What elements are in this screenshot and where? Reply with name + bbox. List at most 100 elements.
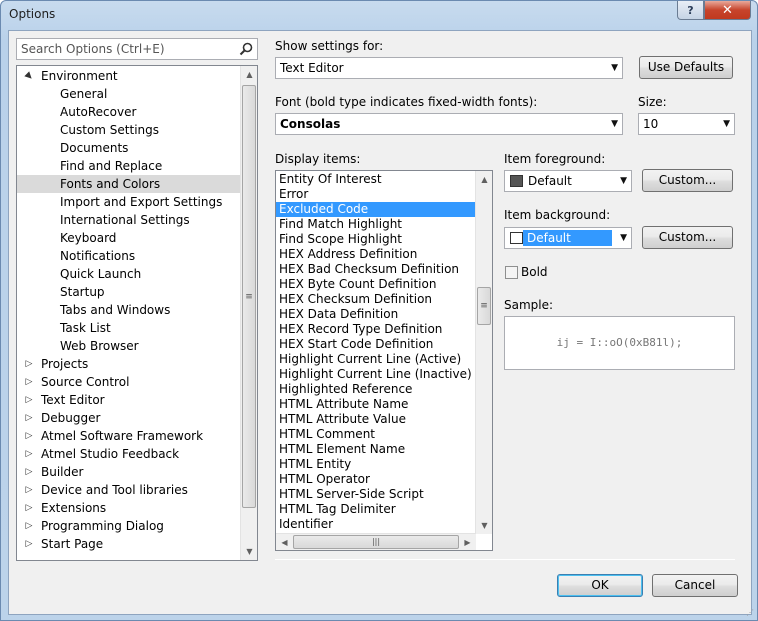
display-item[interactable]: Highlight Current Line (Active): [276, 352, 475, 367]
expand-arrow-icon[interactable]: ▷: [24, 409, 34, 427]
display-item[interactable]: HTML Attribute Value: [276, 412, 475, 427]
tree-item[interactable]: Tabs and Windows: [17, 301, 241, 319]
display-item[interactable]: HEX Start Code Definition: [276, 337, 475, 352]
display-item[interactable]: Identifier: [276, 517, 475, 532]
tree-item[interactable]: ▷ Projects: [17, 355, 241, 373]
tree-item[interactable]: ▷ Atmel Software Framework: [17, 427, 241, 445]
scroll-up-icon[interactable]: ▲: [476, 171, 492, 188]
display-item[interactable]: Highlighted Reference: [276, 382, 475, 397]
display-item[interactable]: HTML Server-Side Script: [276, 487, 475, 502]
tree-item-label: General: [60, 87, 108, 101]
tree-item-label: Quick Launch: [60, 267, 142, 281]
display-item[interactable]: HTML Operator: [276, 472, 475, 487]
background-custom-button[interactable]: Custom...: [642, 226, 733, 249]
expand-arrow-icon[interactable]: ▷: [24, 499, 34, 517]
tree-item-label: Text Editor: [41, 393, 105, 407]
ok-button[interactable]: OK: [557, 574, 643, 597]
expand-arrow-icon[interactable]: ▷: [24, 373, 34, 391]
list-scroll-thumb[interactable]: ≡: [477, 287, 491, 325]
tree-item[interactable]: ▲ Environment: [17, 67, 241, 85]
tree-item[interactable]: Find and Replace: [17, 157, 241, 175]
size-select[interactable]: 10 ▼: [638, 113, 735, 135]
display-item[interactable]: HTML Attribute Name: [276, 397, 475, 412]
tree-vertical-scrollbar[interactable]: ▲ ≡ ▼: [240, 66, 257, 560]
item-foreground-select[interactable]: Default ▼: [504, 170, 632, 192]
display-item[interactable]: HEX Data Definition: [276, 307, 475, 322]
display-item[interactable]: HEX Bad Checksum Definition: [276, 262, 475, 277]
close-button[interactable]: ✕: [704, 1, 751, 20]
scroll-up-icon[interactable]: ▲: [241, 66, 257, 83]
display-item[interactable]: Error: [276, 187, 475, 202]
scroll-left-icon[interactable]: ◀: [276, 534, 293, 550]
display-item[interactable]: Entity Of Interest: [276, 172, 475, 187]
tree-item[interactable]: International Settings: [17, 211, 241, 229]
bold-checkbox[interactable]: [505, 266, 518, 279]
tree-item[interactable]: ▷ Text Editor: [17, 391, 241, 409]
collapse-arrow-icon[interactable]: ▲: [19, 66, 39, 86]
expand-arrow-icon[interactable]: ▷: [24, 355, 34, 373]
tree-item[interactable]: Custom Settings: [17, 121, 241, 139]
tree-item[interactable]: Keyboard: [17, 229, 241, 247]
tree-item[interactable]: Import and Export Settings: [17, 193, 241, 211]
tree-item[interactable]: ▷ Programming Dialog: [17, 517, 241, 535]
tree-item[interactable]: Fonts and Colors: [17, 175, 241, 193]
tree-item[interactable]: AutoRecover: [17, 103, 241, 121]
tree-scroll-thumb[interactable]: ≡: [242, 85, 256, 508]
display-item[interactable]: HTML Comment: [276, 427, 475, 442]
tree-item[interactable]: ▷ Atmel Studio Feedback: [17, 445, 241, 463]
tree-item[interactable]: Quick Launch: [17, 265, 241, 283]
expand-arrow-icon[interactable]: ▷: [24, 445, 34, 463]
tree-item[interactable]: ▷ Start Page: [17, 535, 241, 553]
display-item[interactable]: Excluded Code: [276, 202, 475, 217]
show-settings-select[interactable]: Text Editor ▼: [275, 57, 623, 79]
list-vertical-scrollbar[interactable]: ▲ ≡ ▼: [475, 171, 492, 534]
tree-item[interactable]: Notifications: [17, 247, 241, 265]
tree-item[interactable]: Startup: [17, 283, 241, 301]
expand-arrow-icon[interactable]: ▷: [24, 481, 34, 499]
search-options-input[interactable]: Search Options (Ctrl+E): [16, 38, 258, 60]
tree-item[interactable]: Task List: [17, 319, 241, 337]
tree-item-label: Atmel Software Framework: [41, 429, 204, 443]
display-item[interactable]: HEX Record Type Definition: [276, 322, 475, 337]
foreground-custom-button[interactable]: Custom...: [642, 169, 733, 192]
expand-arrow-icon[interactable]: ▷: [24, 463, 34, 481]
expand-arrow-icon[interactable]: ▷: [24, 535, 34, 553]
tree-item-label: Documents: [60, 141, 129, 155]
list-horizontal-scrollbar[interactable]: ◀ ||| ▶: [276, 533, 476, 550]
tree-item[interactable]: ▷ Source Control: [17, 373, 241, 391]
resize-grip-icon[interactable]: ⋰: [746, 608, 754, 617]
list-hscroll-thumb[interactable]: |||: [293, 535, 459, 549]
display-item[interactable]: HEX Checksum Definition: [276, 292, 475, 307]
item-background-select[interactable]: Default ▼: [504, 227, 632, 249]
display-item[interactable]: HEX Byte Count Definition: [276, 277, 475, 292]
expand-arrow-icon[interactable]: ▷: [24, 517, 34, 535]
tree-item[interactable]: General: [17, 85, 241, 103]
display-item[interactable]: Highlight Current Line (Inactive): [276, 367, 475, 382]
display-item[interactable]: Find Match Highlight: [276, 217, 475, 232]
scroll-down-icon[interactable]: ▼: [241, 543, 257, 560]
display-item[interactable]: HTML Tag Delimiter: [276, 502, 475, 517]
options-tree[interactable]: ▲ Environment General AutoRecover Custom Set…: [16, 65, 258, 561]
scroll-right-icon[interactable]: ▶: [459, 534, 476, 550]
tree-item[interactable]: ▷ Builder: [17, 463, 241, 481]
tree-item[interactable]: ▷ Debugger: [17, 409, 241, 427]
expand-arrow-icon[interactable]: ▷: [24, 391, 34, 409]
cancel-button[interactable]: Cancel: [652, 574, 738, 597]
use-defaults-button[interactable]: Use Defaults: [639, 56, 733, 79]
display-item[interactable]: HEX Address Definition: [276, 247, 475, 262]
font-select[interactable]: Consolas ▼: [275, 113, 623, 135]
display-item[interactable]: HTML Element Name: [276, 442, 475, 457]
tree-item[interactable]: Documents: [17, 139, 241, 157]
expand-arrow-icon[interactable]: ▷: [24, 427, 34, 445]
display-item[interactable]: HTML Entity: [276, 457, 475, 472]
bold-label[interactable]: Bold: [521, 265, 548, 279]
display-item[interactable]: Find Scope Highlight: [276, 232, 475, 247]
display-items-list[interactable]: Entity Of Interest Error Excluded Code Find…: [275, 170, 493, 551]
chevron-down-icon: ▼: [723, 119, 730, 129]
tree-item[interactable]: Web Browser: [17, 337, 241, 355]
tree-item[interactable]: ▷ Extensions: [17, 499, 241, 517]
search-icon: [239, 42, 253, 56]
tree-item[interactable]: ▷ Device and Tool libraries: [17, 481, 241, 499]
scroll-down-icon[interactable]: ▼: [476, 517, 492, 534]
help-button[interactable]: ?: [677, 1, 704, 20]
